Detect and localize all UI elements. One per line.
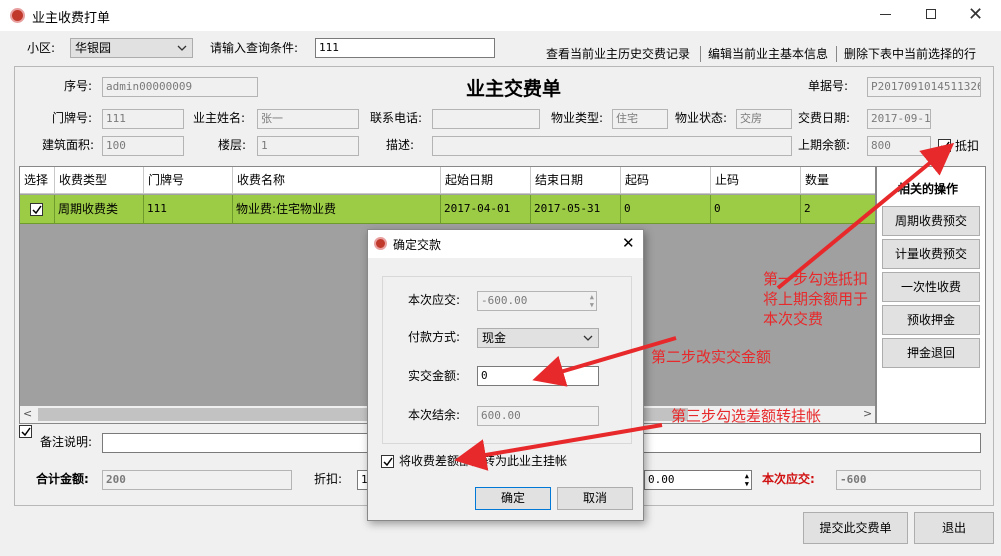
step3-annotation: 第三步勾选差额转挂帐 [671,407,822,425]
step2-annotation: 第二步改实交金额 [651,348,772,366]
step1-arrow [776,142,955,290]
step1-annotation-line3: 本次交费 [763,310,824,328]
step1-annotation-line1: 第一步勾选抵扣 [763,270,869,288]
step3-arrow [454,423,663,471]
step1-annotation-line2: 将上期余额用于 [763,290,869,308]
